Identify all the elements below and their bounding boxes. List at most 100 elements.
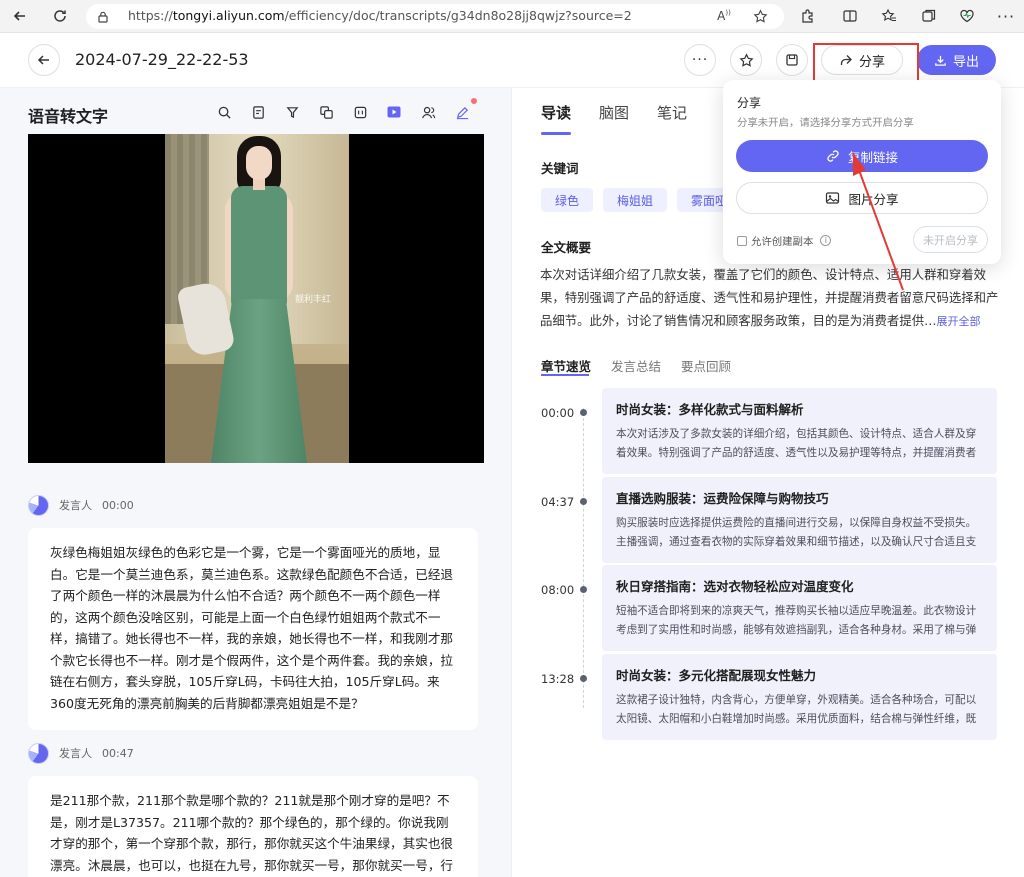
chapter-card[interactable]: 直播选购服装：运费险保障与购物技巧 购买服装时应选择提供运费险的直播间进行交易，… [602, 477, 997, 563]
notification-dot [471, 98, 477, 104]
copy-link-label: 复制链接 [847, 149, 898, 165]
arrow-left-icon [37, 55, 49, 65]
tab-guide[interactable]: 导读 [541, 102, 571, 123]
star-button[interactable] [730, 44, 762, 76]
image-share-button[interactable]: 图片分享 [736, 182, 988, 214]
chapter-text: 这款裙子设计独特，内含背心，方便单穿，外观精美。适合各种场合，可配以太阳镜、太阳… [616, 694, 977, 725]
search-icon[interactable] [214, 102, 234, 122]
favorite-star-icon[interactable] [748, 4, 772, 28]
browser-essentials-icon[interactable] [955, 4, 979, 28]
chapter-card[interactable]: 秋日穿搭指南：选对衣物轻松应对温度变化 短袖不适合即将到来的凉爽天气，推荐购买长… [602, 565, 997, 651]
speaker-avatar [28, 494, 49, 516]
filter-icon[interactable] [282, 102, 302, 122]
timeline-dot [580, 675, 587, 682]
allow-copy-checkbox[interactable] [737, 235, 747, 246]
pen-icon[interactable] [452, 98, 477, 122]
video-watermark: 靓利丰红 [295, 295, 332, 305]
chapter-card[interactable]: 时尚女装：多样化款式与面料解析 本次对话涉及了多款女装的详细介绍，包括其颜色、设… [602, 388, 997, 474]
chapter-time[interactable]: 08:00 [541, 583, 574, 597]
tab-notes[interactable]: 笔记 [657, 102, 687, 123]
document-title: 2024-07-29_22-22-53 [75, 50, 249, 69]
summary-tabs: 导读 脑图 笔记 [541, 102, 687, 123]
speaker-name[interactable]: 发言人 [59, 745, 92, 761]
allow-copy-option[interactable]: 允许创建副本 i [737, 233, 832, 248]
active-tab-indicator [541, 132, 571, 135]
utterance-time[interactable]: 00:00 [102, 499, 134, 512]
chapter-title: 秋日穿搭指南：选对衣物轻松应对温度变化 [616, 579, 854, 594]
keyword-list: 绿色 梅姐姐 雾面哑 [541, 188, 742, 212]
speaker-name[interactable]: 发言人 [59, 497, 92, 513]
chapter-card[interactable]: 时尚女装：多元化搭配展现女性魅力 这款裙子设计独特，内含背心，方便单穿，外观精美… [602, 654, 997, 740]
browser-toolbar: https://tongyi.aliyun.com/efficiency/doc… [0, 0, 1024, 33]
utterance-text[interactable]: 灰绿色梅姐姐灰绿色的色彩它是一个雾，它是一个雾面哑光的质地，显白。它是一个莫兰迪… [28, 528, 478, 730]
browser-menu-icon[interactable]: ··· [994, 4, 1018, 28]
chapter-title: 时尚女装：多元化搭配展现女性魅力 [616, 668, 817, 683]
share-popover-title: 分享 [737, 96, 762, 110]
active-subtab-indicator [541, 374, 589, 376]
chapter-time[interactable]: 13:28 [541, 672, 574, 686]
timeline-dot [580, 409, 587, 416]
share-popover: 分享 分享未开启，请选择分享方式开启分享 复制链接 图片分享 允许创建副本 i … [723, 80, 1001, 264]
read-aloud-icon[interactable]: A)) [712, 4, 736, 28]
chapter-text: 购买服装时应选择提供运费险的直播间进行交易，以保障自身权益不受损失。主播强调，通… [616, 517, 977, 548]
copy-link-button[interactable]: 复制链接 [736, 140, 988, 172]
utterance-time[interactable]: 00:47 [102, 747, 134, 760]
extensions-icon[interactable] [796, 4, 820, 28]
save-icon [786, 54, 798, 66]
info-icon[interactable]: i [820, 235, 832, 246]
more-button[interactable]: ··· [684, 44, 716, 76]
video-play-icon[interactable] [384, 102, 404, 122]
image-icon [826, 192, 840, 204]
chapter-subtabs: 章节速览 发言总结 要点回顾 [541, 356, 731, 375]
chapter-text: 本次对话涉及了多款女装的详细介绍，包括其颜色、设计特点、适合人群及穿着效果。特别… [616, 428, 977, 459]
link-icon [827, 150, 839, 162]
export-button[interactable]: 导出 [917, 45, 996, 75]
chapter-title: 时尚女装：多样化款式与面料解析 [616, 402, 804, 417]
timeline-dot [580, 498, 587, 505]
image-share-label: 图片分享 [848, 191, 899, 207]
summary-text: 本次对话详细介绍了几款女装，覆盖了它们的颜色、设计特点、适用人群和穿着效果，特别… [540, 267, 999, 328]
annotation-highlight-box [813, 43, 919, 83]
favorites-icon[interactable] [877, 4, 901, 28]
export-label: 导出 [952, 54, 979, 70]
address-bar[interactable]: https://tongyi.aliyun.com/efficiency/doc… [86, 4, 784, 29]
browser-refresh-icon[interactable] [48, 4, 72, 28]
star-icon [738, 52, 754, 67]
utterance-text[interactable]: 是211那个款，211那个款是哪个款的？211就是那个刚才穿的是吧？不是，刚才是… [28, 776, 478, 877]
allow-copy-label: 允许创建副本 [751, 236, 814, 248]
open-share-button: 未开启分享 [913, 226, 988, 253]
full-summary: 本次对话详细介绍了几款女装，覆盖了它们的颜色、设计特点、适用人群和穿着效果，特别… [540, 263, 1002, 333]
timeline-line [583, 408, 584, 708]
translate-icon[interactable] [316, 102, 336, 122]
document-edit-icon[interactable] [248, 102, 268, 122]
subtab-speaker-summary[interactable]: 发言总结 [611, 356, 661, 375]
back-button[interactable] [28, 44, 60, 76]
lock-icon [96, 9, 110, 28]
chapter-time[interactable]: 00:00 [541, 406, 574, 420]
transcript-toolbar [214, 98, 477, 122]
keywords-title: 关键词 [541, 161, 579, 176]
save-button[interactable] [776, 44, 808, 76]
share-popover-description: 分享未开启，请选择分享方式开启分享 [737, 117, 914, 129]
browser-back-icon[interactable] [8, 4, 32, 28]
url-text: https://tongyi.aliyun.com/efficiency/doc… [128, 8, 632, 23]
video-player[interactable]: 靓利丰红 [28, 134, 484, 463]
more-dots-icon: ··· [691, 52, 709, 68]
transcript-title: 语音转文字 [28, 107, 109, 126]
transcript-panel: 语音转文字 靓利丰红 发言人 00:00 灰绿色梅姐姐灰绿色的色彩它是一个雾，它… [0, 88, 512, 877]
keyword-tag[interactable]: 绿色 [541, 188, 594, 212]
chapter-time[interactable]: 04:37 [541, 495, 574, 509]
timeline-dot [580, 586, 587, 593]
collections-icon[interactable] [917, 4, 941, 28]
keyword-tag[interactable]: 梅姐姐 [603, 188, 668, 212]
expand-all-link[interactable]: 展开全部 [937, 315, 981, 328]
transcript-utterance: 发言人 00:47 是211那个款，211那个款是哪个款的？211就是那个刚才穿… [28, 742, 478, 877]
chapter-text: 短袖不适合即将到来的凉爽天气，推荐购买长袖以适应早晚温差。此衣物设计考虑到了实用… [616, 605, 977, 636]
split-screen-icon[interactable] [838, 4, 862, 28]
tab-mindmap[interactable]: 脑图 [599, 102, 629, 123]
subtab-key-points[interactable]: 要点回顾 [681, 356, 731, 375]
subtab-chapters[interactable]: 章节速览 [541, 356, 591, 375]
subtitle-icon[interactable] [350, 102, 370, 122]
speaker-icon[interactable] [418, 102, 438, 122]
video-frame: 靓利丰红 [165, 134, 349, 463]
